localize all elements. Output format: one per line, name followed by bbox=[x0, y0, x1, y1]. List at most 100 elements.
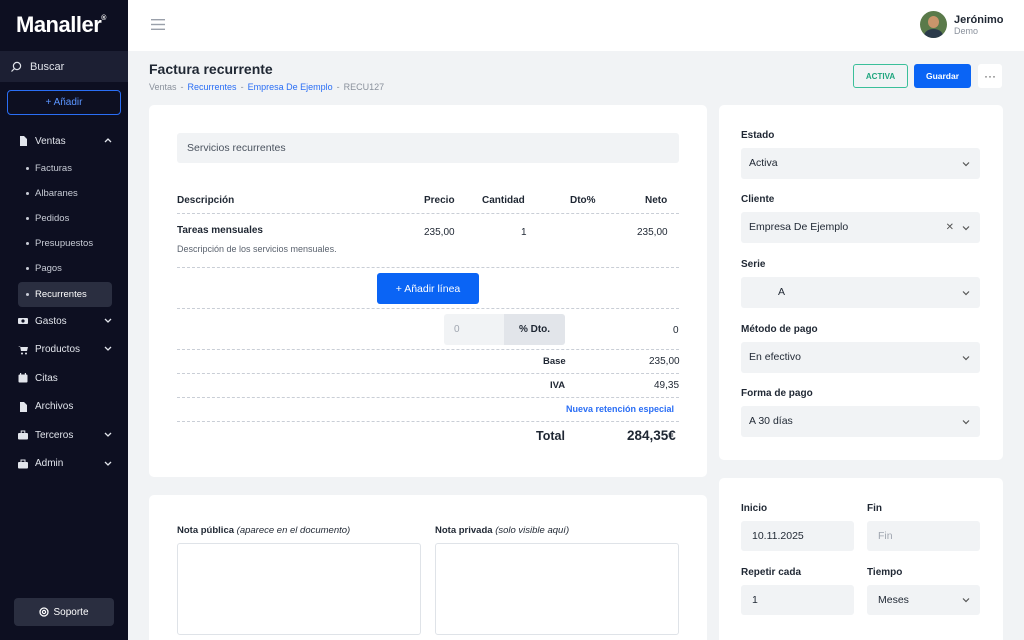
repetir-label: Repetir cada bbox=[741, 567, 802, 578]
sidebar: Manaller® Buscar + Añadir Ventas Factura… bbox=[0, 0, 128, 640]
public-note-hint: (aparece en el documento) bbox=[236, 525, 351, 536]
chevron-down-icon bbox=[962, 356, 970, 361]
divider bbox=[177, 267, 679, 268]
inicio-input[interactable]: 10.11.2025 bbox=[741, 521, 854, 551]
sidebar-item-gastos[interactable]: Gastos bbox=[0, 307, 128, 336]
cliente-select[interactable]: Empresa De Ejemplo ✕ bbox=[741, 212, 980, 243]
sidebar-item-productos[interactable]: Productos bbox=[0, 335, 128, 364]
breadcrumb-current: RECU127 bbox=[343, 82, 385, 92]
metodo-label: Método de pago bbox=[741, 324, 818, 335]
sidebar-item-label: Admin bbox=[35, 458, 64, 470]
sidebar-item-pedidos[interactable]: Pedidos bbox=[0, 206, 128, 231]
base-value: 235,00 bbox=[649, 356, 680, 367]
user-menu[interactable]: Jerónimo Demo bbox=[920, 11, 1004, 38]
sidebar-item-albaranes[interactable]: Albaranes bbox=[0, 181, 128, 206]
chevron-down-icon bbox=[962, 598, 970, 603]
file-icon bbox=[20, 136, 27, 147]
chevron-down-icon bbox=[962, 226, 970, 231]
sidebar-nav: Ventas Facturas Albaranes Pedidos Presup… bbox=[0, 127, 128, 478]
divider bbox=[177, 213, 679, 214]
chevron-down-icon bbox=[962, 420, 970, 425]
private-note-textarea[interactable] bbox=[435, 543, 679, 635]
breadcrumb-recurrentes[interactable]: Recurrentes bbox=[188, 82, 237, 92]
line-qty[interactable]: 1 bbox=[521, 227, 527, 238]
fin-input[interactable]: Fin bbox=[867, 521, 980, 551]
line-description[interactable]: Descripción de los servicios mensuales. bbox=[177, 244, 337, 254]
discount-type-button[interactable]: % Dto. bbox=[504, 314, 565, 345]
app-logo[interactable]: Manaller® bbox=[16, 12, 106, 38]
support-button[interactable]: Soporte bbox=[14, 598, 114, 626]
chevron-down-icon bbox=[962, 162, 970, 167]
save-button[interactable]: Guardar bbox=[914, 64, 971, 88]
sidebar-item-label: Ventas bbox=[35, 135, 66, 147]
repetir-input[interactable]: 1 bbox=[741, 585, 854, 615]
breadcrumb-empresa[interactable]: Empresa De Ejemplo bbox=[248, 82, 333, 92]
sidebar-item-admin[interactable]: Admin bbox=[0, 450, 128, 479]
inicio-label: Inicio bbox=[741, 503, 768, 514]
sidebar-item-label: Citas bbox=[35, 372, 58, 384]
sidebar-item-ventas[interactable]: Ventas bbox=[0, 127, 128, 156]
public-note-textarea[interactable] bbox=[177, 543, 421, 635]
menu-icon[interactable] bbox=[151, 19, 165, 30]
total-value: 284,35€ bbox=[627, 428, 676, 443]
add-line-button[interactable]: + Añadir línea bbox=[377, 273, 479, 304]
serie-value: A bbox=[778, 286, 786, 298]
new-retention-link[interactable]: Nueva retención especial bbox=[566, 404, 674, 414]
sidebar-item-pagos[interactable]: Pagos bbox=[0, 256, 128, 281]
add-button[interactable]: + Añadir bbox=[7, 90, 121, 115]
status-badge[interactable]: ACTIVA bbox=[853, 64, 908, 88]
forma-value: A 30 días bbox=[749, 415, 793, 427]
sidebar-search[interactable]: Buscar bbox=[0, 51, 128, 82]
divider bbox=[177, 421, 679, 422]
sidebar-item-presupuestos[interactable]: Presupuestos bbox=[0, 231, 128, 256]
support-label: Soporte bbox=[53, 606, 89, 618]
sidebar-item-facturas[interactable]: Facturas bbox=[0, 156, 128, 181]
chevron-up-icon bbox=[104, 138, 112, 143]
clear-icon[interactable]: ✕ bbox=[946, 222, 954, 233]
calendar-icon bbox=[18, 373, 28, 383]
line-net: 235,00 bbox=[637, 227, 668, 238]
estado-label: Estado bbox=[741, 130, 775, 141]
line-title[interactable]: Tareas mensuales bbox=[177, 225, 263, 236]
avatar bbox=[920, 11, 947, 38]
divider bbox=[177, 397, 679, 398]
tiempo-select[interactable]: Meses bbox=[867, 585, 980, 615]
discount-value: 0 bbox=[673, 325, 679, 336]
discount-input[interactable]: 0 bbox=[444, 314, 504, 345]
forma-label: Forma de pago bbox=[741, 388, 813, 399]
line-price[interactable]: 235,00 bbox=[424, 227, 455, 238]
sidebar-item-citas[interactable]: Citas bbox=[0, 364, 128, 393]
tiempo-value: Meses bbox=[878, 594, 909, 606]
divider bbox=[177, 373, 679, 374]
base-label: Base bbox=[543, 356, 566, 367]
serie-select[interactable]: A bbox=[741, 277, 980, 308]
divider bbox=[177, 349, 679, 350]
sidebar-item-label: Terceros bbox=[35, 429, 74, 441]
money-icon bbox=[18, 318, 28, 325]
sidebar-item-terceros[interactable]: Terceros bbox=[0, 421, 128, 450]
app-root: Manaller® Buscar + Añadir Ventas Factura… bbox=[0, 0, 1024, 640]
logo-mark: ® bbox=[101, 14, 106, 22]
forma-select[interactable]: A 30 días bbox=[741, 406, 980, 437]
sidebar-item-recurrentes[interactable]: Recurrentes bbox=[18, 281, 112, 307]
metodo-value: En efectivo bbox=[749, 351, 801, 363]
user-name: Jerónimo bbox=[954, 13, 1004, 26]
toolbox-icon bbox=[18, 459, 28, 469]
private-note-hint: (solo visible aquí) bbox=[495, 525, 570, 536]
top-bar: Jerónimo Demo bbox=[128, 0, 1024, 51]
column-header-descripcion: Descripción bbox=[177, 195, 235, 206]
sidebar-item-label: Gastos bbox=[35, 315, 67, 327]
more-options-button[interactable]: ··· bbox=[978, 64, 1002, 88]
chevron-down-icon bbox=[962, 291, 970, 296]
total-label: Total bbox=[536, 429, 565, 443]
public-note-label: Nota pública (aparece en el documento) bbox=[177, 525, 350, 536]
iva-value: 49,35 bbox=[654, 380, 680, 391]
serie-label: Serie bbox=[741, 259, 766, 270]
breadcrumb-ventas[interactable]: Ventas bbox=[149, 82, 177, 92]
cliente-value: Empresa De Ejemplo bbox=[749, 221, 849, 233]
metodo-select[interactable]: En efectivo bbox=[741, 342, 980, 373]
estado-select[interactable]: Activa bbox=[741, 148, 980, 179]
column-header-precio: Precio bbox=[424, 195, 455, 206]
sidebar-item-archivos[interactable]: Archivos bbox=[0, 393, 128, 422]
breadcrumb: Ventas - Recurrentes - Empresa De Ejemplo - RE… bbox=[149, 82, 385, 92]
